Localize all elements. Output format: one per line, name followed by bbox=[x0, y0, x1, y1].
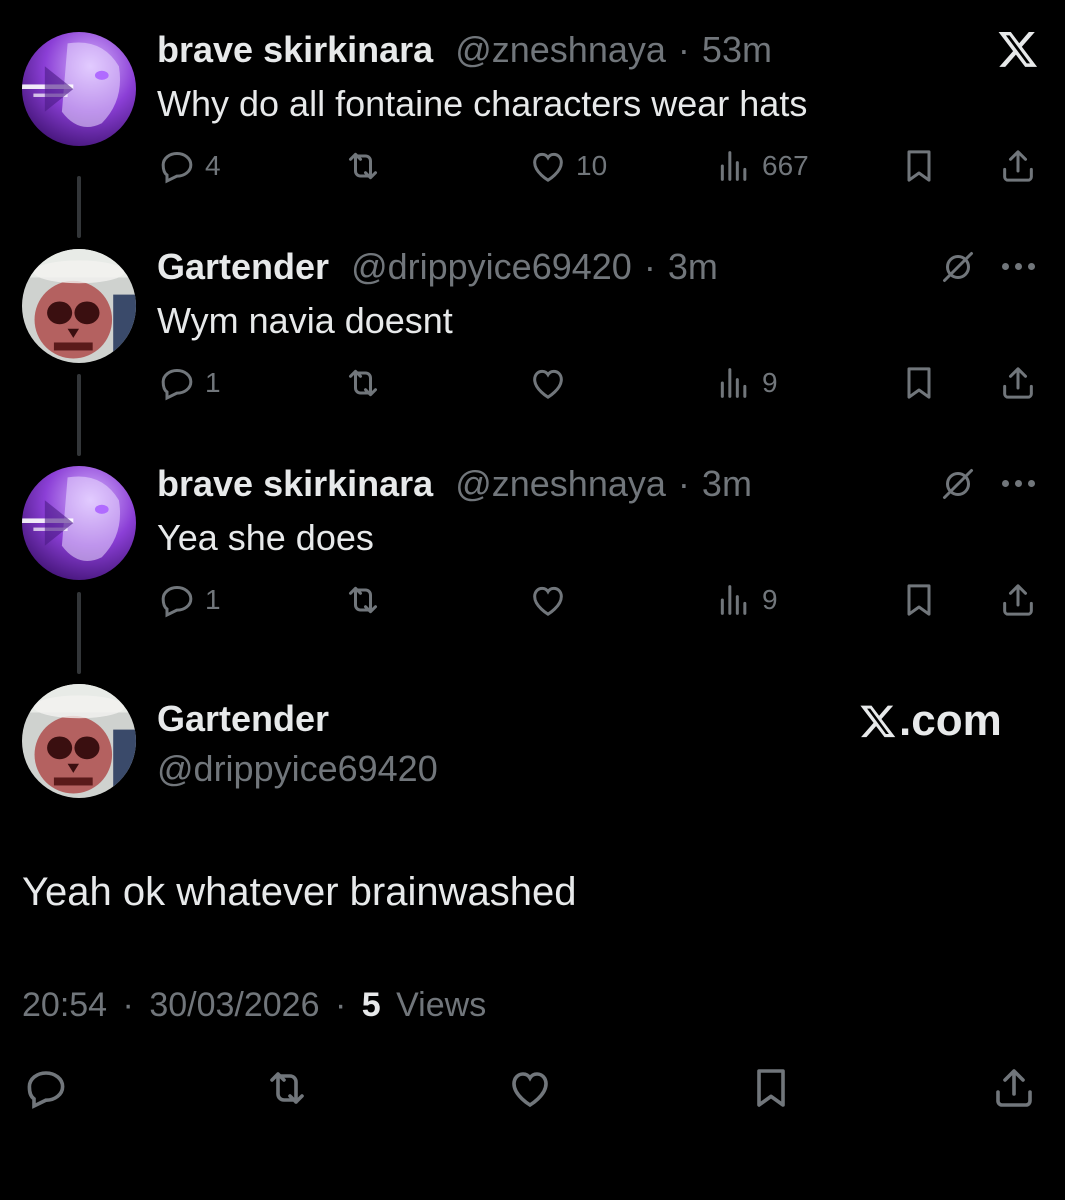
post-time[interactable]: 53m bbox=[702, 29, 772, 70]
author-handle[interactable]: @zneshnaya bbox=[455, 29, 666, 70]
share-button[interactable] bbox=[998, 146, 1038, 186]
repost-icon bbox=[349, 369, 377, 397]
post-date[interactable]: 30/03/2026 bbox=[149, 986, 319, 1024]
grok-button[interactable] bbox=[940, 466, 976, 502]
bookmark-button[interactable] bbox=[747, 1064, 795, 1112]
views-icon bbox=[720, 151, 747, 181]
avatar[interactable] bbox=[22, 249, 136, 363]
share-button[interactable] bbox=[990, 1064, 1038, 1112]
post-time[interactable]: 20:54 bbox=[22, 986, 107, 1024]
author-handle[interactable]: @zneshnaya bbox=[455, 463, 666, 504]
author-name[interactable]: brave skirkinara bbox=[157, 29, 433, 70]
share-icon bbox=[1003, 584, 1033, 616]
brand-text: .com bbox=[899, 696, 1002, 745]
repost-icon bbox=[349, 152, 377, 180]
bookmark-icon bbox=[907, 584, 931, 616]
views-button[interactable]: 667 bbox=[714, 146, 809, 186]
views-icon bbox=[720, 368, 747, 398]
repost-button[interactable] bbox=[343, 580, 383, 620]
avatar[interactable] bbox=[22, 466, 136, 580]
bookmark-icon bbox=[757, 1069, 785, 1107]
repost-button[interactable] bbox=[263, 1064, 311, 1112]
reply-button[interactable]: 4 bbox=[157, 146, 221, 186]
like-count: 10 bbox=[576, 150, 608, 181]
reply-count: 1 bbox=[205, 584, 221, 615]
post-text: Yea she does bbox=[157, 517, 374, 558]
like-icon bbox=[512, 1072, 548, 1108]
separator: · bbox=[677, 29, 690, 70]
like-button[interactable] bbox=[528, 363, 568, 403]
reply-button[interactable]: 1 bbox=[157, 580, 221, 620]
share-icon bbox=[1003, 150, 1033, 182]
repost-icon bbox=[349, 586, 377, 614]
post-text: Why do all fontaine characters wear hats bbox=[157, 83, 808, 124]
post-time[interactable]: 3m bbox=[668, 246, 718, 287]
more-icon[interactable] bbox=[1002, 263, 1035, 270]
post-text: Yeah ok whatever brainwashed bbox=[22, 870, 577, 914]
author-name[interactable]: brave skirkinara bbox=[157, 463, 433, 504]
views-button[interactable]: 9 bbox=[714, 580, 778, 620]
x-logo-icon[interactable] bbox=[995, 28, 1041, 70]
x-logo-icon bbox=[860, 705, 896, 738]
separator: · bbox=[334, 986, 347, 1024]
repost-button[interactable] bbox=[343, 363, 383, 403]
post-time[interactable]: 3m bbox=[702, 463, 752, 504]
views-count: 9 bbox=[762, 367, 778, 398]
like-button[interactable]: 10 bbox=[528, 146, 607, 186]
grok-icon bbox=[943, 252, 973, 282]
separator: · bbox=[643, 246, 656, 287]
author-handle[interactable]: @drippyice69420 bbox=[351, 246, 632, 287]
reply-icon bbox=[161, 585, 193, 618]
x-com-logo: .com bbox=[858, 696, 1002, 746]
author-name[interactable]: Gartender bbox=[157, 698, 329, 740]
post-header: Gartender @drippyice69420 · 3m bbox=[157, 249, 718, 285]
share-button[interactable] bbox=[998, 363, 1038, 403]
separator: · bbox=[122, 986, 134, 1024]
share-button[interactable] bbox=[998, 580, 1038, 620]
bookmark-button[interactable] bbox=[899, 580, 939, 620]
author-name[interactable]: Gartender bbox=[157, 246, 329, 287]
bookmark-icon bbox=[907, 150, 931, 182]
action-bar: 1 9 bbox=[0, 580, 1065, 624]
reply-count: 4 bbox=[205, 150, 221, 181]
author-handle[interactable]: @drippyice69420 bbox=[157, 748, 438, 790]
avatar[interactable] bbox=[22, 684, 136, 798]
post-metadata: 20:54 · 30/03/2026 · 5 Views bbox=[22, 986, 486, 1025]
like-icon bbox=[533, 369, 563, 399]
views-count: 9 bbox=[762, 584, 778, 615]
reply-icon bbox=[27, 1071, 65, 1109]
bookmark-button[interactable] bbox=[899, 146, 939, 186]
views-label: Views bbox=[396, 986, 487, 1024]
avatar[interactable] bbox=[22, 32, 136, 146]
action-bar: 1 9 bbox=[0, 363, 1065, 407]
share-icon bbox=[1003, 367, 1033, 399]
like-icon bbox=[533, 586, 563, 616]
like-button[interactable] bbox=[528, 580, 568, 620]
like-icon bbox=[533, 152, 563, 182]
separator: · bbox=[677, 463, 690, 504]
repost-icon bbox=[270, 1072, 304, 1104]
bookmark-button[interactable] bbox=[899, 363, 939, 403]
views-count: 667 bbox=[762, 150, 809, 181]
post-header: brave skirkinara @zneshnaya · 3m bbox=[157, 466, 752, 502]
action-bar bbox=[0, 1064, 1065, 1112]
like-button[interactable] bbox=[506, 1064, 554, 1112]
repost-button[interactable] bbox=[343, 146, 383, 186]
reply-button[interactable] bbox=[22, 1064, 70, 1112]
grok-button[interactable] bbox=[940, 249, 976, 285]
share-icon bbox=[996, 1069, 1032, 1107]
reply-icon bbox=[161, 151, 193, 184]
views-button[interactable]: 9 bbox=[714, 363, 778, 403]
reply-count: 1 bbox=[205, 367, 221, 398]
reply-button[interactable]: 1 bbox=[157, 363, 221, 403]
post-header: brave skirkinara @zneshnaya · 53m bbox=[157, 32, 772, 68]
more-icon[interactable] bbox=[1002, 480, 1035, 487]
views-icon bbox=[720, 585, 747, 615]
reply-icon bbox=[161, 368, 193, 401]
action-bar: 4 10 667 bbox=[0, 146, 1065, 190]
post-text: Wym navia doesnt bbox=[157, 300, 453, 341]
bookmark-icon bbox=[907, 367, 931, 399]
grok-icon bbox=[943, 469, 973, 499]
views-count[interactable]: 5 bbox=[362, 986, 381, 1024]
